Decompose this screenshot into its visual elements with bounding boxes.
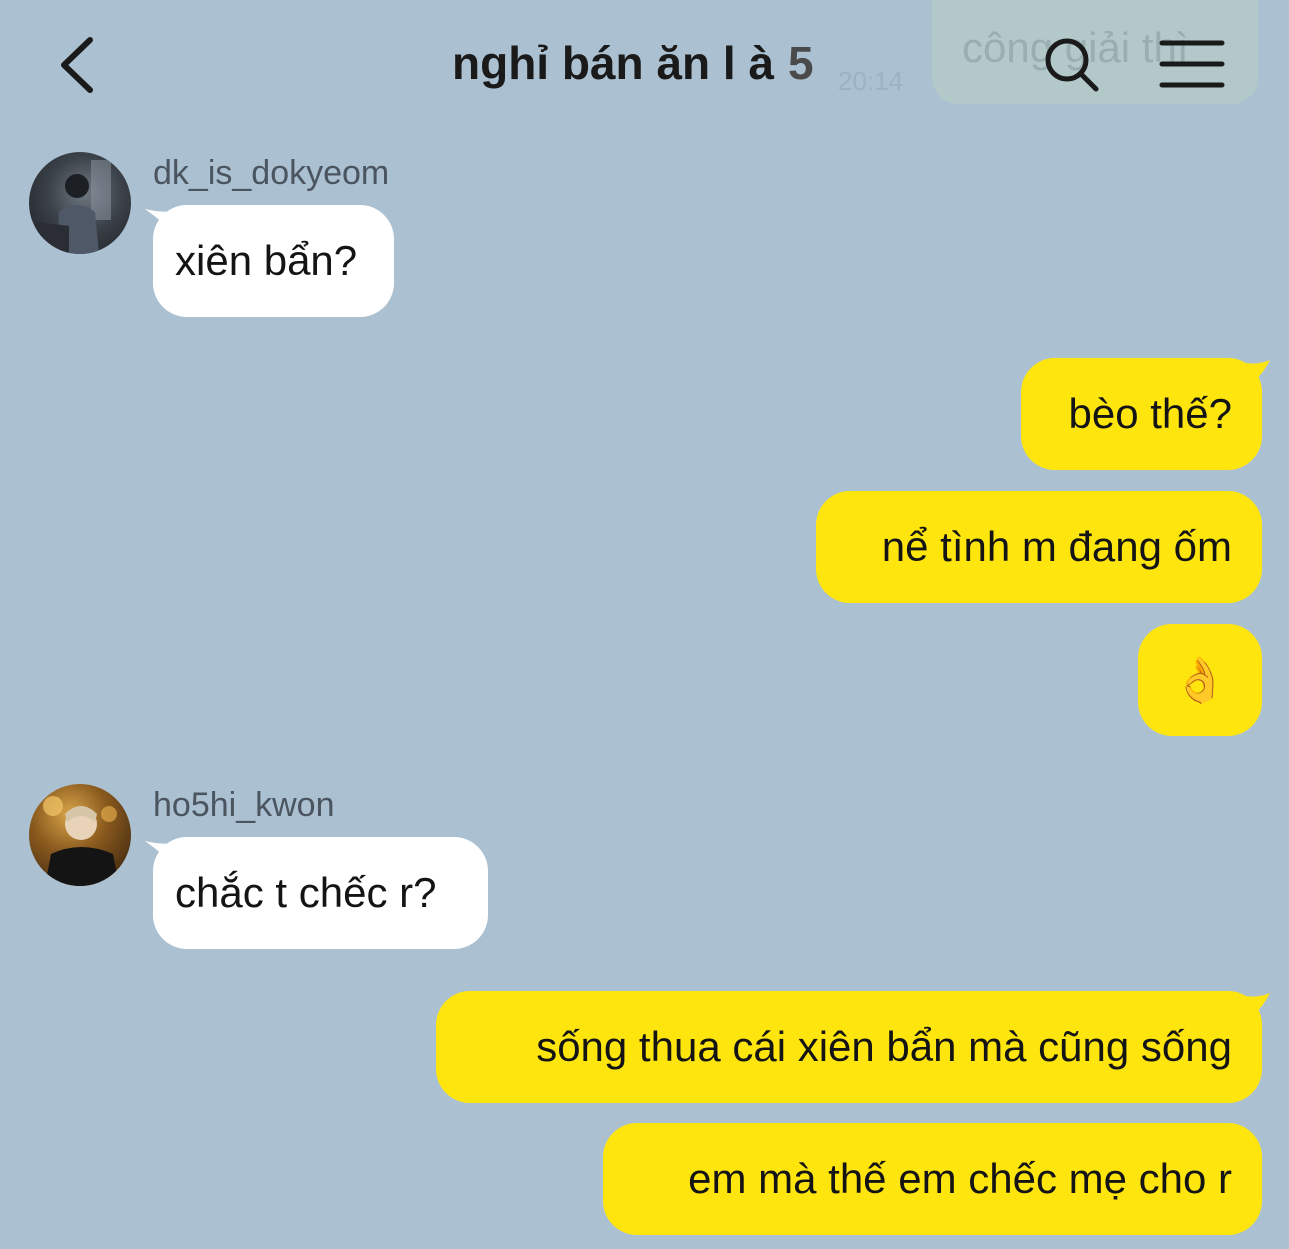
message-bubble-outgoing[interactable]: 👌 — [1138, 624, 1262, 736]
avatar[interactable] — [29, 784, 131, 886]
menu-icon — [1159, 40, 1225, 88]
menu-button[interactable] — [1158, 38, 1226, 92]
search-icon — [1045, 38, 1099, 92]
person-silhouette — [43, 796, 119, 886]
message-text: bèo thế? — [1068, 390, 1233, 437]
message-text: sống thua cái xiên bẩn mà cũng sống — [536, 1023, 1232, 1070]
message-bubble-incoming[interactable]: chắc t chếc r? — [153, 837, 488, 949]
avatar[interactable] — [29, 152, 131, 254]
message-text: nể tình m đang ốm — [881, 523, 1232, 570]
person-silhouette — [37, 160, 111, 254]
chat-title: nghỉ bán ăn l à — [452, 37, 775, 89]
message-text: em mà thế em chếc mẹ cho r — [688, 1155, 1232, 1202]
message-bubble-outgoing[interactable]: sống thua cái xiên bẩn mà cũng sống — [436, 991, 1262, 1103]
sender-name: dk_is_dokyeom — [153, 154, 390, 192]
chevron-left-icon — [61, 37, 93, 93]
message-text: xiên bẩn? — [175, 237, 358, 284]
message-bubble-incoming[interactable]: xiên bẩn? — [153, 205, 394, 317]
chat-title-group[interactable]: nghỉ bán ăn l à 5 — [452, 36, 814, 100]
message-bubble-outgoing[interactable]: nể tình m đang ốm — [816, 491, 1262, 603]
message-bubble-outgoing[interactable]: em mà thế em chếc mẹ cho r — [603, 1123, 1262, 1235]
message-bubble-outgoing[interactable]: bèo thế? — [1021, 358, 1262, 470]
message-text: chắc t chếc r? — [175, 869, 437, 916]
ghost-timestamp: 20:14 — [838, 66, 904, 96]
member-count: 5 — [788, 37, 814, 89]
ok-hand-emoji: 👌 — [1172, 655, 1228, 706]
search-button[interactable] — [1040, 34, 1104, 98]
sender-name: ho5hi_kwon — [153, 786, 335, 824]
chat-header: nghỉ bán ăn l à 5 20:14 công giải thì — [0, 0, 1289, 132]
back-button[interactable] — [50, 30, 110, 100]
